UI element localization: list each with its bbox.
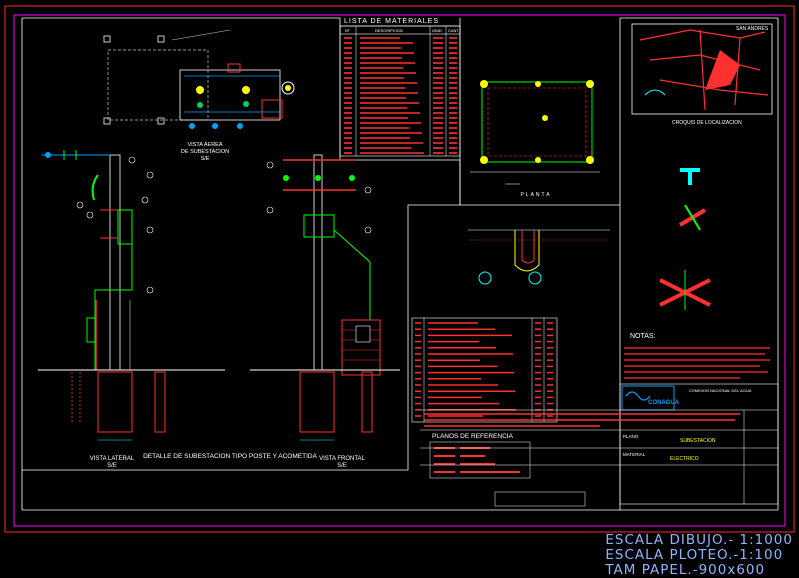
secondary-table [411, 317, 558, 423]
tam-papel: TAM PAPEL.-900x600 [605, 562, 766, 578]
lateral-view: VISTA LATERAL S/E [38, 150, 225, 469]
vista-frontal-title: VISTA FRONTAL [319, 456, 365, 462]
inner-border [13, 14, 786, 527]
trench-detail [468, 229, 610, 285]
outer-border [4, 5, 795, 533]
aerial-view: VISTA AEREA DE SUBESTACION S/E [103, 29, 295, 162]
notes: NOTAS: [624, 333, 770, 379]
escala-dibujo: ESCALA DIBUJO.- 1:1000 [605, 532, 793, 548]
vista-aerea-line1: VISTA AEREA [187, 142, 222, 148]
vista-lateral-scale: S/E [107, 463, 117, 469]
materials-header-cant: CANT [448, 28, 459, 33]
conagua-logo: CONAGUA [648, 400, 680, 406]
vista-lateral-title: VISTA LATERAL [90, 456, 135, 462]
electrico-label: ELECTRICO [670, 456, 699, 462]
croquis-title: CROQUIS DE LOCALIZACION [672, 120, 742, 126]
material-label: MATERIAL [623, 452, 646, 457]
materials-header-unid: UNID [432, 28, 442, 33]
hardware-details [659, 168, 711, 310]
escala-ploteo: ESCALA PLOTEO.-1:100 [605, 547, 784, 563]
notes-title: NOTAS: [630, 333, 656, 340]
cad-drawing-sheet: VISTA AEREA DE SUBESTACION S/E LISTA DE … [4, 5, 795, 533]
scale-footer: ESCALA DIBUJO.- 1:1000 ESCALA PLOTEO.-1:… [605, 533, 793, 578]
san-andres-label: SAN ANDRES [736, 26, 769, 32]
vista-aerea-line2: DE SUBESTACION [181, 149, 229, 155]
materials-header-no: Nº [345, 28, 350, 33]
planos-title: PLANOS DE REFERENCIA [432, 433, 514, 440]
subestacion-label: SUBESTACION [680, 438, 716, 444]
materials-rows [344, 37, 457, 154]
location-sketch: SAN ANDRES CROQUIS DE LOCALIZACION [631, 23, 773, 126]
reference-plans: PLANOS DE REFERENCIA [429, 433, 586, 507]
left-panel-frame [21, 17, 461, 471]
materials-table: LISTA DE MATERIALES Nº DESCRIPCION UNID … [339, 18, 461, 157]
planta-label: PLANTA [520, 192, 551, 198]
secondary-rows [415, 322, 553, 417]
materials-header-desc: DESCRIPCION [375, 28, 403, 33]
main-caption: DETALLE DE SUBESTACION TIPO POSTE Y ACOM… [143, 453, 318, 460]
frontal-view: VISTA FRONTAL S/E [250, 154, 400, 469]
vista-aerea-line3: S/E [201, 156, 210, 162]
title-block: CONAGUA COMISION NACIONAL DEL AGUA PLANO… [420, 383, 779, 505]
materials-title: LISTA DE MATERIALES [344, 18, 439, 25]
plano-label: PLANO [623, 434, 639, 439]
vista-frontal-scale: S/E [337, 463, 347, 469]
plan-view: PLANTA [470, 80, 600, 198]
org-name: COMISION NACIONAL DEL AGUA [689, 388, 752, 393]
